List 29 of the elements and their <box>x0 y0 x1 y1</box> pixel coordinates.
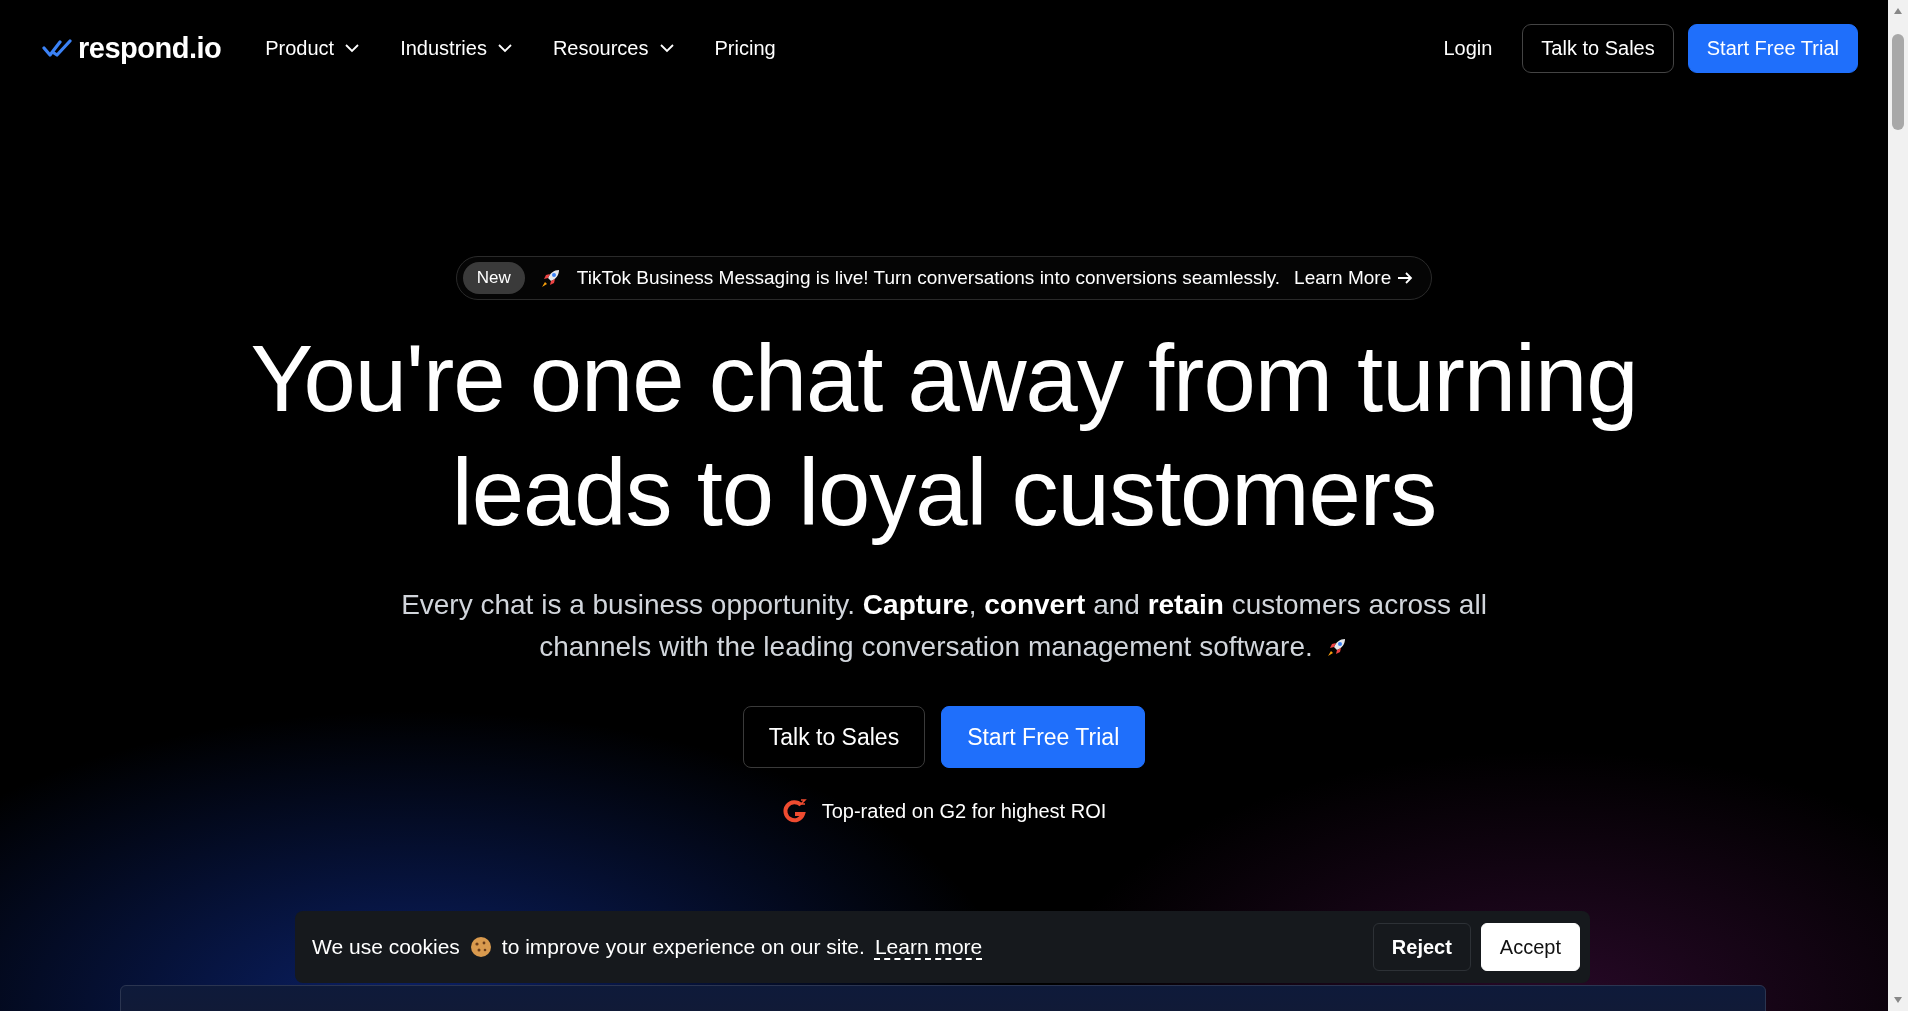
nav-link[interactable]: Resources <box>552 36 675 60</box>
hero-subtitle: channels with the leading conversation management software. <box>539 630 1313 664</box>
logo-icon <box>42 38 74 58</box>
nav-link[interactable]: Industries <box>400 36 513 60</box>
announcement-text: TikTok Business Messaging is live! Turn conversations into conversions seamlessly. <box>576 267 1281 289</box>
reject-button[interactable]: Reject <box>1372 923 1471 971</box>
learn-more-link[interactable]: Learn more <box>874 935 983 959</box>
cookie-icon <box>469 936 492 958</box>
hero-headline: You're one chat away from turning leads to loyal customers <box>249 325 1639 547</box>
talk-to-sales-button[interactable]: Talk to Sales <box>742 706 926 768</box>
nav-link[interactable]: Product <box>265 36 361 60</box>
chevron-down-icon <box>344 43 361 53</box>
start-free-trial-button[interactable]: Start Free Trial <box>1687 23 1858 73</box>
cookie-text: We use cookies <box>312 935 460 959</box>
chevron-down-icon <box>658 43 675 53</box>
new-badge: New <box>462 262 525 294</box>
g2-logo-icon <box>781 798 808 824</box>
accept-button[interactable]: Accept <box>1480 923 1580 971</box>
arrow-right-icon <box>1397 271 1414 285</box>
cookie-text: to improve your experience on our site. <box>501 935 865 959</box>
start-free-trial-button[interactable]: Start Free Trial <box>941 706 1146 768</box>
learn-more-link[interactable]: Learn More <box>1294 267 1414 289</box>
chevron-down-icon <box>496 43 513 53</box>
login-link[interactable]: Login <box>1443 36 1493 60</box>
hero-subtitle: Every chat is a business opportunity. Capture, convert and retain customers across all <box>401 588 1487 622</box>
talk-to-sales-button[interactable]: Talk to Sales <box>1522 23 1674 73</box>
logo-text[interactable]: respond.io <box>78 31 222 65</box>
g2-rating-text: Top-rated on G2 for highest ROI <box>821 799 1107 823</box>
nav-link[interactable]: Pricing <box>714 36 776 60</box>
